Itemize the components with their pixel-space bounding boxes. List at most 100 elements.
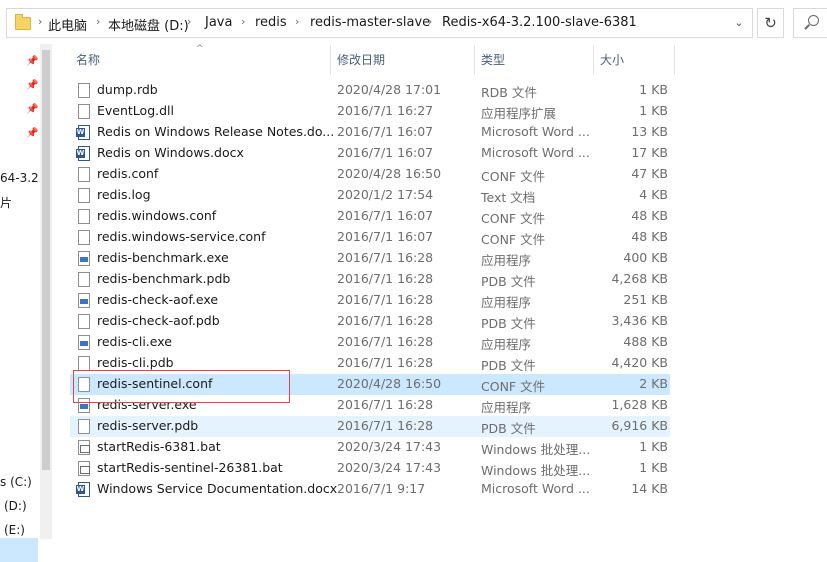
breadcrumb-separator-icon[interactable]: › — [38, 15, 42, 28]
file-date: 2016/7/1 16:28 — [337, 271, 434, 286]
file-type: Microsoft Word ... — [481, 145, 590, 160]
file-type: PDB 文件 — [481, 316, 536, 331]
file-row[interactable]: dump.rdb 2020/4/28 17:01 RDB 文件 1 KB — [70, 80, 670, 101]
file-type: 应用程序 — [481, 337, 532, 352]
nav-item-drive-e[interactable]: (E:) — [4, 523, 25, 537]
file-row[interactable]: redis-benchmark.pdb 2016/7/1 16:28 PDB 文件 4… — [70, 269, 670, 290]
file-icon — [78, 356, 90, 371]
breadcrumb-redis-master-slave[interactable]: redis-master-slave — [310, 15, 430, 30]
file-type: 应用程序 — [481, 400, 532, 415]
file-date: 2016/7/1 16:28 — [337, 250, 434, 265]
breadcrumb-java[interactable]: Java — [205, 15, 232, 30]
file-type: Windows 批处理... — [481, 463, 591, 478]
column-divider[interactable] — [674, 45, 675, 75]
column-divider[interactable] — [593, 45, 594, 75]
file-name: redis-check-aof.exe — [97, 292, 219, 307]
file-name: redis.windows-service.conf — [97, 229, 266, 244]
breadcrumb-redis[interactable]: redis — [255, 15, 287, 30]
column-header-name[interactable]: 名称 — [76, 45, 330, 75]
column-header-type[interactable]: 类型 — [481, 45, 593, 75]
file-name: redis.windows.conf — [97, 208, 217, 223]
file-row[interactable]: redis.windows-service.conf 2016/7/1 16:07… — [70, 227, 670, 248]
file-size: 47 KB — [631, 166, 668, 181]
breadcrumb-separator-icon[interactable]: › — [241, 15, 245, 28]
pin-icon[interactable]: 📌 — [26, 104, 38, 115]
file-row[interactable]: redis-server.pdb 2016/7/1 16:28 PDB 文件 6,91… — [70, 416, 670, 437]
search-input[interactable] — [793, 8, 827, 38]
pin-icon[interactable]: 📌 — [26, 128, 38, 139]
file-date: 2016/7/1 16:28 — [337, 355, 434, 370]
file-name: redis-benchmark.exe — [97, 250, 229, 265]
breadcrumb-separator-icon[interactable]: › — [187, 15, 191, 28]
file-name: redis.log — [97, 187, 151, 202]
file-name: EventLog.dll — [97, 103, 174, 118]
column-divider[interactable] — [330, 45, 331, 75]
file-name: redis.conf — [97, 166, 159, 181]
application-icon — [78, 335, 90, 350]
nav-selection — [0, 538, 38, 562]
word-document-icon — [76, 146, 90, 161]
file-size: 4 KB — [639, 187, 668, 202]
breadcrumb-drive-d[interactable]: 本地磁盘 (D:) — [108, 15, 189, 34]
file-row[interactable]: startRedis-sentinel-26381.bat 2020/3/24 1… — [70, 458, 670, 479]
breadcrumb-this-pc[interactable]: 此电脑 — [48, 15, 87, 34]
file-size: 48 KB — [631, 208, 668, 223]
file-name: redis-check-aof.pdb — [97, 313, 220, 328]
word-document-icon — [76, 125, 90, 140]
file-type: CONF 文件 — [481, 379, 546, 394]
file-size: 14 KB — [631, 481, 668, 496]
breadcrumb-separator-icon[interactable]: › — [295, 15, 299, 28]
nav-item-drive-c[interactable]: s (C:) — [0, 475, 32, 489]
file-icon — [78, 272, 90, 287]
file-size: 4,268 KB — [611, 271, 668, 286]
nav-item-drive-d[interactable]: (D:) — [4, 499, 27, 513]
breadcrumb-separator-icon[interactable]: › — [428, 15, 432, 28]
column-header-date[interactable]: 修改日期 — [337, 45, 474, 75]
file-date: 2016/7/1 16:07 — [337, 124, 434, 139]
file-row[interactable]: redis-cli.exe 2016/7/1 16:28 应用程序 488 KB — [70, 332, 670, 353]
nav-scrollbar[interactable] — [40, 44, 52, 539]
refresh-button[interactable]: ↻ — [757, 8, 784, 38]
file-type: RDB 文件 — [481, 85, 537, 100]
file-row[interactable]: Windows Service Documentation.docx2016/7… — [70, 479, 670, 500]
file-name: startRedis-sentinel-26381.bat — [97, 460, 283, 475]
column-header-size[interactable]: 大小 — [600, 45, 674, 75]
file-date: 2016/7/1 16:07 — [337, 208, 434, 223]
file-row[interactable]: redis-check-aof.pdb 2016/7/1 16:28 PDB 文件 3… — [70, 311, 670, 332]
file-type: Microsoft Word ... — [481, 124, 590, 139]
nav-item-pictures[interactable]: 片 — [0, 194, 12, 211]
file-icon — [78, 104, 90, 119]
chevron-down-icon[interactable]: ⌄ — [730, 14, 748, 32]
file-size: 1,628 KB — [611, 397, 668, 412]
file-date: 2016/7/1 9:17 — [337, 481, 426, 496]
file-date: 2020/4/28 17:01 — [337, 82, 442, 97]
file-row[interactable]: EventLog.dll 2016/7/1 16:27 应用程序扩展 1 KB — [70, 101, 670, 122]
pin-icon[interactable]: 📌 — [26, 56, 38, 67]
address-bar[interactable]: › 此电脑 › 本地磁盘 (D:) › Java › redis › redis… — [6, 8, 753, 38]
file-size: 6,916 KB — [611, 418, 668, 433]
pin-icon[interactable]: 📌 — [26, 80, 38, 91]
file-date: 2016/7/1 16:28 — [337, 418, 434, 433]
file-row[interactable]: redis.log 2020/1/2 17:54 Text 文档 4 KB — [70, 185, 670, 206]
file-row[interactable]: redis.windows.conf 2016/7/1 16:07 CONF 文件 4… — [70, 206, 670, 227]
file-row[interactable]: redis-benchmark.exe 2016/7/1 16:28 应用程序 400… — [70, 248, 670, 269]
file-row[interactable]: redis-check-aof.exe 2016/7/1 16:28 应用程序 251… — [70, 290, 670, 311]
nav-scrollbar-thumb[interactable] — [42, 50, 50, 470]
file-date: 2016/7/1 16:07 — [337, 145, 434, 160]
application-icon — [78, 293, 90, 308]
file-type: 应用程序 — [481, 295, 532, 310]
file-row[interactable]: Redis on Windows Release Notes.do...2016… — [70, 122, 670, 143]
file-icon — [78, 209, 90, 224]
file-row[interactable]: redis.conf 2020/4/28 16:50 CONF 文件 47 KB — [70, 164, 670, 185]
breadcrumb-separator-icon[interactable]: › — [96, 15, 100, 28]
column-divider[interactable] — [474, 45, 475, 75]
file-row[interactable]: Redis on Windows.docx 2016/7/1 16:07 Micro… — [70, 143, 670, 164]
file-name: redis-server.pdb — [97, 418, 199, 433]
file-row[interactable]: startRedis-6381.bat 2020/3/24 17:43 Window… — [70, 437, 670, 458]
file-name: dump.rdb — [97, 82, 158, 97]
file-size: 4,420 KB — [611, 355, 668, 370]
refresh-icon: ↻ — [764, 14, 777, 32]
breadcrumb-current-folder[interactable]: Redis-x64-3.2.100-slave-6381 — [442, 15, 637, 30]
file-size: 1 KB — [639, 82, 668, 97]
application-icon — [78, 251, 90, 266]
